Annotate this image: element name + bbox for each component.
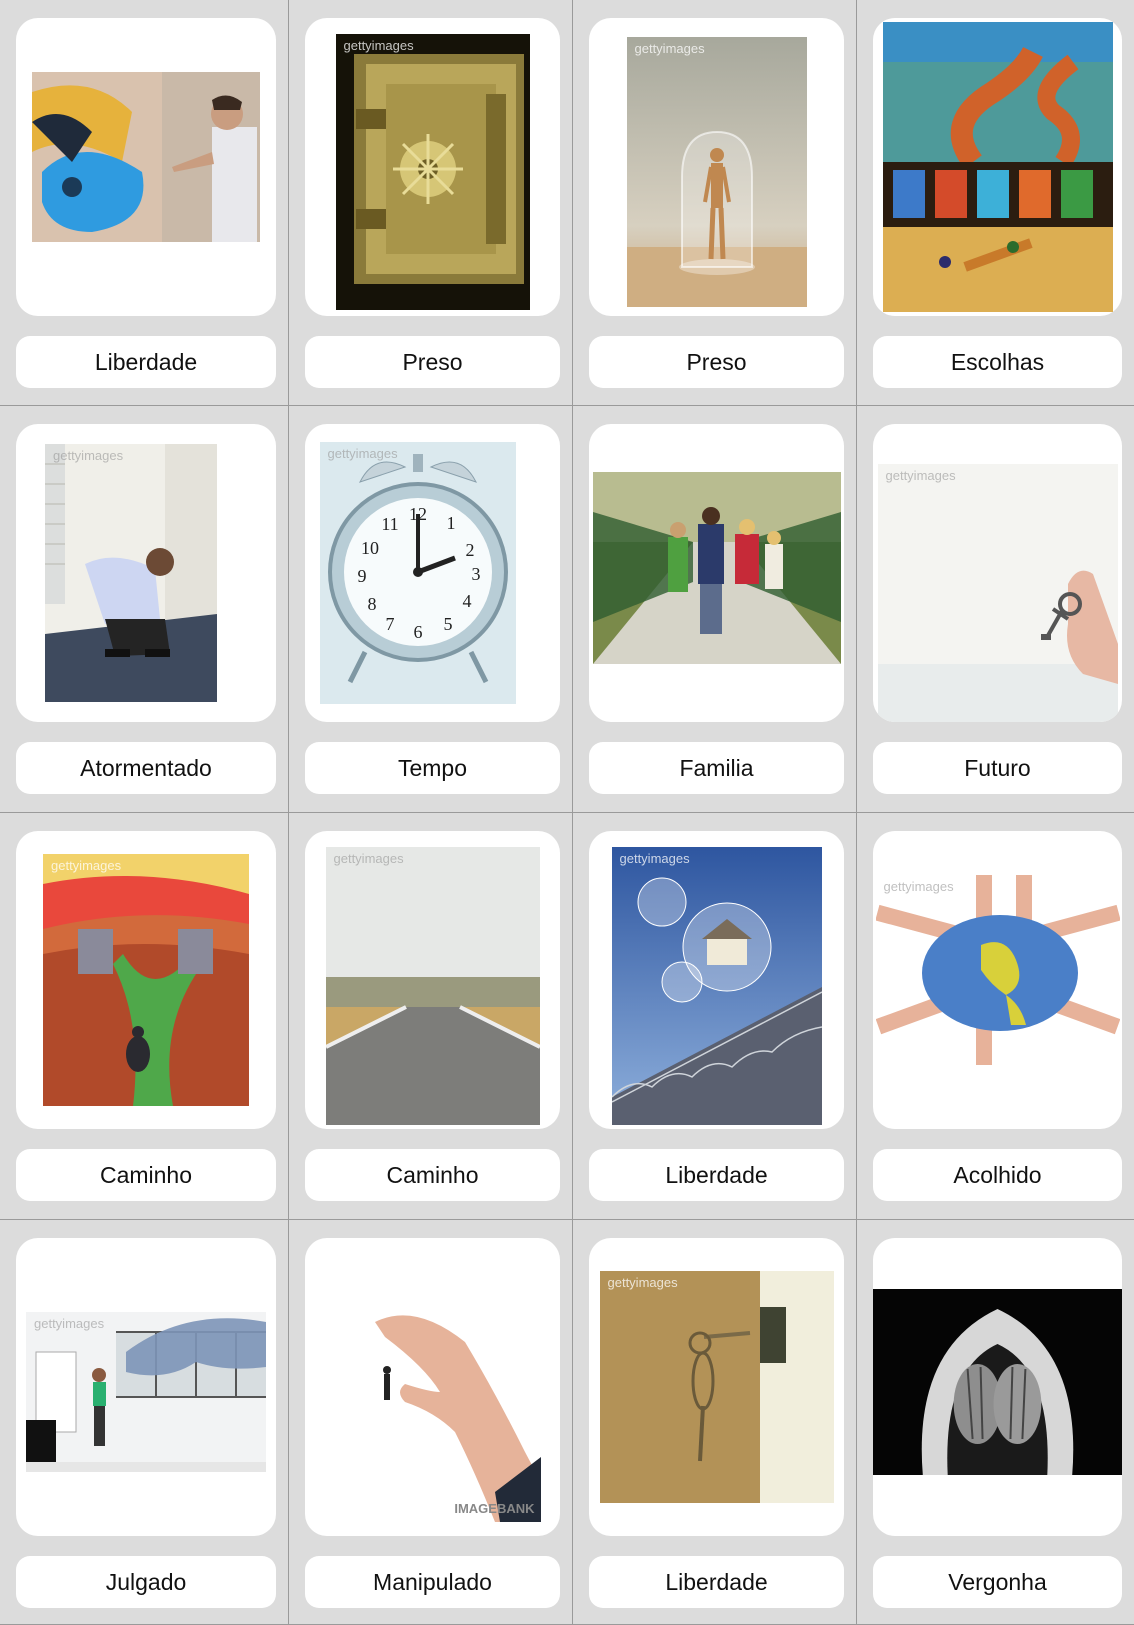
- watermark: gettyimages: [333, 851, 404, 866]
- winding-roads-painting: [882, 22, 1113, 312]
- image-card: [589, 424, 844, 722]
- card-cell: gettyimages Acolhido: [857, 813, 1134, 1220]
- image-card: [873, 18, 1122, 316]
- svg-text:2: 2: [465, 540, 474, 560]
- card-label: Familia: [589, 742, 844, 794]
- image-card: gettyimages: [305, 18, 560, 316]
- crossroads-painting: gettyimages: [43, 854, 249, 1106]
- card-grid: Liberdade gettyimages Preso gettyimages …: [0, 0, 1134, 1625]
- watermark-bottom: IMAGEBANK: [454, 1501, 535, 1516]
- card-label: Escolhas: [873, 336, 1122, 388]
- svg-text:11: 11: [381, 514, 398, 534]
- watermark: gettyimages: [34, 1316, 105, 1331]
- card-label: Vergonha: [873, 1556, 1122, 1608]
- card-label: Preso: [589, 336, 844, 388]
- card-label: Caminho: [305, 1149, 560, 1201]
- card-cell: gettyimages Liberdade: [573, 813, 857, 1220]
- image-card: gettyimages: [589, 831, 844, 1129]
- svg-text:7: 7: [385, 614, 394, 634]
- image-card: gettyimages: [873, 831, 1122, 1129]
- card-label: Liberdade: [589, 1556, 844, 1608]
- card-label: Caminho: [16, 1149, 276, 1201]
- image-card: gettyimages: [16, 1238, 276, 1536]
- card-cell: gettyimages Preso: [289, 0, 573, 406]
- svg-text:6: 6: [413, 622, 422, 642]
- alarm-clock-photo: 1212 345 678 91011 gettyimages: [319, 442, 516, 704]
- watermark: gettyimages: [607, 1275, 678, 1290]
- image-card: 1212 345 678 91011 gettyimages: [305, 424, 560, 722]
- key-in-door-lock-photo: gettyimages: [599, 1271, 834, 1503]
- card-cell: gettyimages Julgado: [0, 1220, 289, 1625]
- graffiti-bird-man-photo: [32, 72, 260, 242]
- hooded-face-in-hands-photo: [873, 1289, 1122, 1475]
- man-crouching-in-corner-photo: gettyimages: [45, 444, 217, 702]
- card-label: Preso: [305, 336, 560, 388]
- card-cell: gettyimages Liberdade: [573, 1220, 857, 1625]
- card-cell: 1212 345 678 91011 gettyimages Tempo: [289, 406, 573, 813]
- watermark: gettyimages: [619, 851, 690, 866]
- card-cell: gettyimages Caminho: [289, 813, 573, 1220]
- image-card: gettyimages: [589, 18, 844, 316]
- image-card: gettyimages: [305, 831, 560, 1129]
- hand-holding-key-photo: gettyimages: [877, 464, 1118, 722]
- card-cell: IMAGEBANK Manipulado: [289, 1220, 573, 1625]
- card-cell: Escolhas: [857, 0, 1134, 406]
- card-cell: gettyimages Futuro: [857, 406, 1134, 813]
- svg-text:4: 4: [462, 591, 471, 611]
- bank-vault-door-photo: gettyimages: [335, 34, 530, 310]
- svg-text:10: 10: [361, 538, 379, 558]
- card-label: Liberdade: [589, 1149, 844, 1201]
- joined-painted-hands-photo: gettyimages: [875, 875, 1120, 1065]
- svg-text:3: 3: [471, 564, 480, 584]
- image-card: [16, 18, 276, 316]
- watermark: gettyimages: [885, 468, 956, 483]
- watermark: gettyimages: [634, 41, 705, 56]
- mannequin-in-glass-dome-photo: gettyimages: [626, 37, 807, 307]
- watermark: gettyimages: [883, 879, 954, 894]
- watermark: gettyimages: [53, 448, 124, 463]
- svg-text:5: 5: [443, 614, 452, 634]
- card-label: Liberdade: [16, 336, 276, 388]
- watermark: gettyimages: [51, 858, 122, 873]
- card-label: Atormentado: [16, 742, 276, 794]
- giant-hand-over-man-photo: gettyimages: [26, 1312, 266, 1472]
- image-card: gettyimages: [16, 831, 276, 1129]
- card-cell: gettyimages Atormentado: [0, 406, 289, 813]
- image-card: gettyimages: [873, 424, 1122, 722]
- image-card: gettyimages: [16, 424, 276, 722]
- card-cell: gettyimages Preso: [573, 0, 857, 406]
- card-cell: Vergonha: [857, 1220, 1134, 1625]
- svg-text:9: 9: [357, 566, 366, 586]
- watermark: gettyimages: [327, 446, 398, 461]
- card-cell: Familia: [573, 406, 857, 813]
- split-road-photo: gettyimages: [325, 847, 540, 1125]
- card-label: Futuro: [873, 742, 1122, 794]
- image-card: gettyimages: [589, 1238, 844, 1536]
- image-card: [873, 1238, 1122, 1536]
- family-walking-bridge-photo: [592, 472, 841, 664]
- card-label: Tempo: [305, 742, 560, 794]
- card-cell: gettyimages Caminho: [0, 813, 289, 1220]
- card-label: Manipulado: [305, 1556, 560, 1608]
- svg-text:1: 1: [446, 513, 455, 533]
- card-label: Julgado: [16, 1556, 276, 1608]
- fingers-holding-tiny-man-photo: IMAGEBANK: [324, 1252, 541, 1522]
- card-cell: Liberdade: [0, 0, 289, 406]
- svg-text:8: 8: [367, 594, 376, 614]
- image-card: IMAGEBANK: [305, 1238, 560, 1536]
- watermark: gettyimages: [343, 38, 414, 53]
- houses-in-bubbles-photo: gettyimages: [611, 847, 822, 1125]
- card-label: Acolhido: [873, 1149, 1122, 1201]
